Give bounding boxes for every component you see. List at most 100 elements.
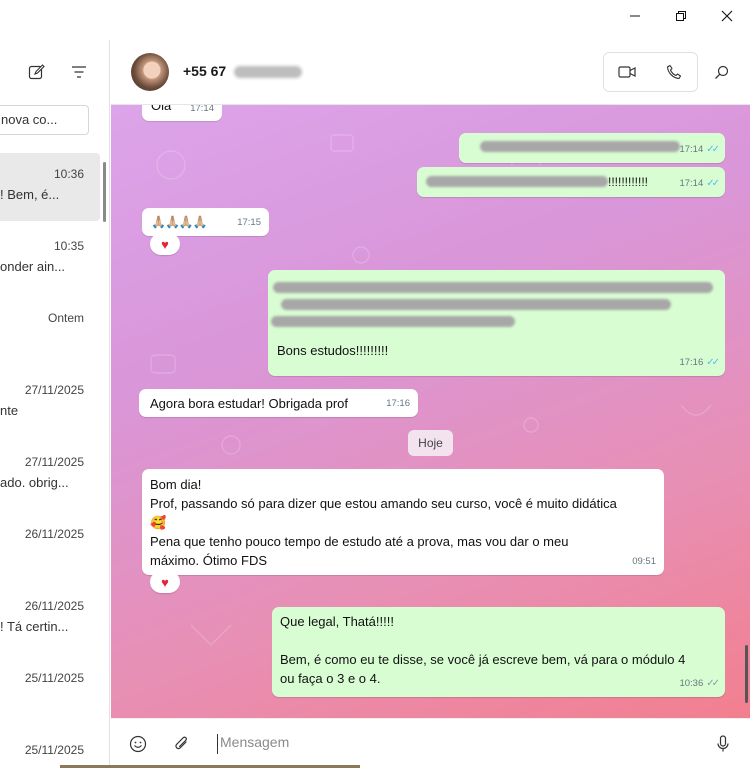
paperclip-icon [175,736,187,750]
conversation-header: +55 67 [111,40,750,105]
minimize-button[interactable] [612,0,658,32]
redacted-text [426,173,608,192]
message-time: 17:15 [237,217,261,228]
minimize-icon [630,15,640,17]
filter-button[interactable] [69,62,89,82]
chat-list-item[interactable]: 27/11/2025 nte [0,369,100,437]
delivered-receipt-icon: ✓✓ [706,678,720,689]
chat-list-item[interactable]: 26/11/2025 [0,513,100,581]
outgoing-message[interactable]: Bons estudos!!!!!!!!! 17:16 ✓✓ [268,270,725,376]
message-line: Que legal, Thatá!!!!! [280,614,394,629]
contact-number: +55 67 [183,63,227,79]
call-button-group [603,52,698,92]
read-receipt-icon: ✓✓ [706,144,720,155]
voice-message-button[interactable] [712,733,734,755]
incoming-message[interactable]: Agora bora estudar! Obrigada prof 17:16 [139,389,418,417]
chat-time: 25/11/2025 [24,671,84,685]
heart-icon: ♥ [161,236,169,252]
redacted-text [480,141,680,152]
window-titlebar [0,0,750,40]
chat-list-item[interactable]: 26/11/2025 ! Tá certin... [0,585,100,653]
redacted-text [271,316,515,327]
close-icon [721,10,733,22]
chat-list-item[interactable]: 25/11/2025 [0,729,100,768]
compose-icon [28,63,45,79]
contact-name[interactable]: +55 67 [183,63,303,79]
message-text: Agora bora estudar! Obrigada prof [150,396,349,411]
message-meta: 17:16 [386,394,410,413]
message-text: 🙏🏼🙏🏼🙏🏼🙏🏼 [151,215,208,229]
chat-preview: onder ain... [0,259,66,274]
restore-button[interactable] [658,0,704,32]
voice-call-button[interactable] [651,53,698,91]
chat-time: 27/11/2025 [24,455,84,469]
filter-icon [72,66,86,78]
video-call-button[interactable] [604,53,651,91]
message-text: Bons estudos!!!!!!!!! [277,343,389,358]
sidebar-scrollbar[interactable] [103,162,106,222]
reaction-heart[interactable]: ♥ [150,571,180,593]
redacted-text [273,282,713,293]
message-time: 17:16 [386,398,410,409]
message-line: Bem, é como eu te disse, se você já escr… [280,652,686,667]
message-time: 17:16 [679,357,704,368]
redacted-text [281,299,671,310]
outgoing-message[interactable]: !!!!!!!!!!!! 17:14 ✓✓ [417,167,725,197]
message-meta: 17:15 [237,213,261,232]
message-meta: 17:14 ✓✓ [679,174,720,193]
chat-preview: ! Tá certin... [0,619,69,634]
chat-preview: ! Bem, é... [0,187,60,202]
chat-list-item[interactable]: 25/11/2025 [0,657,100,725]
smiley-icon [129,735,147,753]
outgoing-message[interactable]: 17:14 ✓✓ [459,133,725,163]
chat-preview: ado. obrig... [0,475,69,490]
message-text: Ola [151,105,172,113]
chat-list-item[interactable]: Ontem [0,297,100,365]
message-input[interactable]: Mensagem [217,734,697,754]
microphone-icon [717,735,729,752]
message-line: máximo. Ótimo FDS [150,553,268,568]
read-receipt-icon: ✓✓ [706,178,720,189]
message-time: 09:51 [632,556,656,567]
chat-list-item[interactable]: 10:35 onder ain... [0,225,100,293]
incoming-message[interactable]: 🙏🏼🙏🏼🙏🏼🙏🏼 17:15 [142,208,269,236]
message-time: 17:14 [679,144,704,155]
chat-time: Ontem [47,311,84,325]
message-line: ou faça o 3 e o 4. [280,671,381,686]
chat-list-sidebar: nova co... 10:36 ! Bem, é... 10:35 onder… [0,40,110,768]
message-text: !!!!!!!!!!!! [608,175,649,189]
chat-time: 27/11/2025 [24,383,84,397]
chat-time: 10:36 [53,167,84,181]
chat-time: 26/11/2025 [24,527,84,541]
search-icon [714,65,728,79]
emoji-button[interactable] [127,733,149,755]
incoming-message[interactable]: Bom dia! Prof, passando só para dizer qu… [142,469,664,575]
message-meta: 10:36 ✓✓ [679,674,720,693]
new-chat-button[interactable] [26,62,46,82]
message-meta: 17:14 ✓✓ [679,140,720,159]
date-divider: Hoje [408,430,453,456]
message-line: 🥰 [150,515,167,530]
redacted-number [234,66,303,79]
incoming-message[interactable]: Ola 17:14 [142,105,222,121]
restore-icon [676,11,686,21]
chat-scrollbar[interactable] [745,645,748,703]
message-time: 17:14 [679,178,704,189]
avatar[interactable] [131,53,169,91]
message-time: 17:14 [190,105,214,114]
message-area[interactable]: Ola 17:14 17:14 ✓✓ !!!!!!!!!!!! 17:14 ✓✓ 🙏… [111,105,750,718]
chat-list-item[interactable]: 10:36 ! Bem, é... [0,153,100,221]
outgoing-message[interactable]: Que legal, Thatá!!!!! Bem, é como eu te … [272,607,725,697]
message-meta: 17:14 [190,105,214,118]
search-in-chat-button[interactable] [711,62,731,82]
chat-time: 26/11/2025 [24,599,84,613]
message-line: Pena que tenho pouco tempo de estudo até… [150,534,569,549]
message-meta: 09:51 [632,552,656,571]
message-line: Bom dia! [150,477,202,492]
chat-list-item[interactable]: 27/11/2025 ado. obrig... [0,441,100,509]
attach-button[interactable] [171,733,193,755]
chat-time: 10:35 [53,239,84,253]
search-input[interactable]: nova co... [0,105,89,135]
reaction-heart[interactable]: ♥ [150,233,180,255]
close-button[interactable] [704,0,750,32]
